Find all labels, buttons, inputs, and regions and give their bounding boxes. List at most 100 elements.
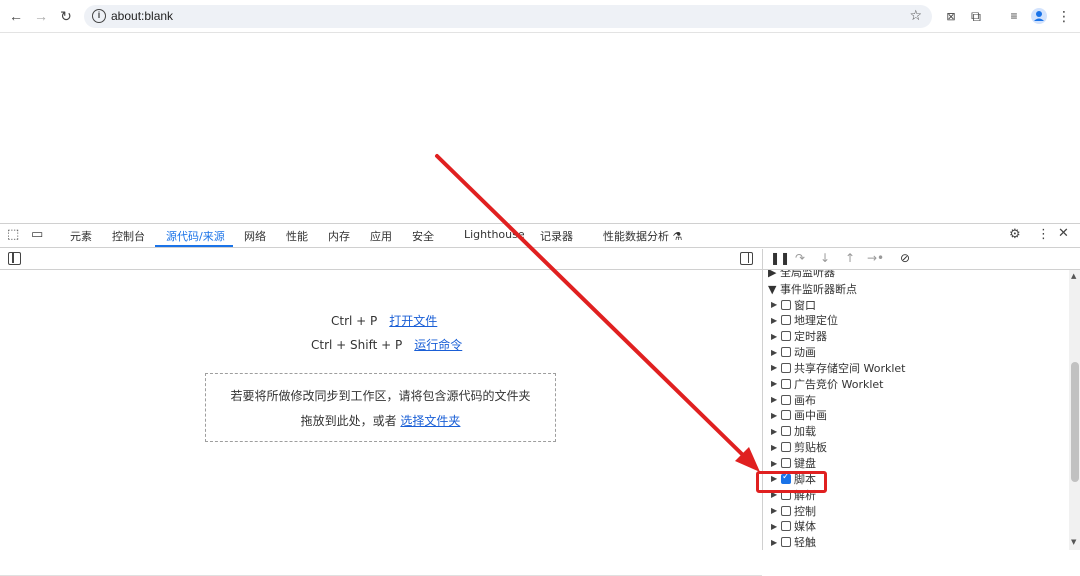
breakpoint-checkbox[interactable] xyxy=(781,426,791,437)
breakpoint-checkbox[interactable] xyxy=(781,347,791,358)
open-file-link[interactable]: 打开文件 xyxy=(389,314,437,328)
breakpoint-checkbox[interactable] xyxy=(781,505,791,516)
expand-arrow-icon[interactable]: ▶ xyxy=(771,316,781,325)
breakpoint-checkbox[interactable] xyxy=(781,521,791,532)
expand-arrow-icon[interactable]: ▶ xyxy=(771,411,781,420)
bookmark-star-icon[interactable]: ☆ xyxy=(909,7,922,24)
expand-arrow-icon[interactable]: ▶ xyxy=(771,459,781,468)
expand-arrow-icon[interactable]: ▶ xyxy=(771,332,781,341)
step-over-icon[interactable]: ↷ xyxy=(795,251,805,265)
breakpoint-category-label: 窗口 xyxy=(794,298,816,312)
deactivate-breakpoints-icon[interactable]: ⊘ xyxy=(900,251,910,265)
open-file-shortcut: Ctrl + P 打开文件 xyxy=(331,312,437,329)
active-tab-indicator xyxy=(155,245,233,247)
expand-arrow-icon[interactable]: ▶ xyxy=(771,395,781,404)
breakpoint-checkbox[interactable] xyxy=(781,299,791,310)
expand-arrow-icon[interactable]: ▶ xyxy=(771,427,781,436)
tab-lighthouse[interactable]: Lighthouse xyxy=(464,228,525,241)
breakpoint-checkbox[interactable] xyxy=(781,331,791,342)
breakpoint-checkbox[interactable] xyxy=(781,410,791,421)
media-queue-icon[interactable]: ≡ xyxy=(1004,6,1024,26)
breakpoint-checkbox[interactable] xyxy=(781,362,791,373)
breakpoint-checkbox[interactable] xyxy=(781,315,791,326)
run-command-shortcut: Ctrl + Shift + P 运行命令 xyxy=(311,336,462,353)
back-arrow-icon[interactable]: ← xyxy=(6,6,26,26)
workspace-dropzone[interactable]: 若要将所做修改同步到工作区，请将包含源代码的文件夹 拖放到此处，或者 选择文件夹 xyxy=(205,373,556,442)
breakpoint-checkbox[interactable] xyxy=(781,458,791,468)
scroll-up-icon[interactable]: ▲ xyxy=(1071,272,1076,280)
tab-sources[interactable]: 源代码/来源 xyxy=(166,228,225,244)
device-toolbar-icon[interactable]: ▭ xyxy=(31,227,43,242)
breakpoint-category-row[interactable]: ▶ 动画 xyxy=(771,345,816,360)
step-out-icon[interactable]: ↑ xyxy=(845,251,855,265)
expand-arrow-icon[interactable]: ▶ xyxy=(771,300,781,309)
reload-icon[interactable]: ↻ xyxy=(56,6,76,26)
breakpoint-category-row[interactable]: ▶ 剪贴板 xyxy=(771,440,827,455)
tab-console[interactable]: 控制台 xyxy=(112,228,145,244)
breakpoint-category-label: 动画 xyxy=(794,346,816,360)
event-listener-breakpoints-section[interactable]: ▼ 事件监听器断点 xyxy=(768,281,857,297)
breakpoint-category-row[interactable]: ▶ 窗口 xyxy=(771,297,816,312)
breakpoint-category-row[interactable]: ▶ 键盘 xyxy=(771,456,816,471)
tab-application[interactable]: 应用 xyxy=(370,228,392,244)
tab-performance[interactable]: 性能 xyxy=(286,228,308,244)
breakpoint-category-row[interactable]: ▶ 共享存储空间 Worklet xyxy=(771,360,906,375)
breakpoint-category-label: 媒体 xyxy=(794,520,816,534)
select-folder-link[interactable]: 选择文件夹 xyxy=(400,414,460,428)
expand-arrow-icon[interactable]: ▶ xyxy=(771,379,781,388)
profile-avatar-icon[interactable] xyxy=(1029,6,1049,26)
site-info-icon[interactable]: i xyxy=(92,9,106,23)
url-text: about:blank xyxy=(111,9,174,23)
inspect-element-icon[interactable]: ⬚ xyxy=(7,227,19,242)
run-command-link[interactable]: 运行命令 xyxy=(414,338,462,352)
show-navigator-icon[interactable] xyxy=(8,252,21,265)
show-debugger-icon[interactable] xyxy=(740,252,753,265)
tab-recorder[interactable]: 记录器 xyxy=(540,228,573,244)
expand-arrow-icon[interactable]: ▶ xyxy=(771,443,781,452)
forward-arrow-icon[interactable]: → xyxy=(31,6,51,26)
extension-x-icon[interactable]: ⊠ xyxy=(941,6,961,26)
tab-memory[interactable]: 内存 xyxy=(328,228,350,244)
extensions-puzzle-icon[interactable]: ⧉ xyxy=(966,6,986,26)
breakpoint-category-row[interactable]: ▶ 控制 xyxy=(771,503,816,518)
breakpoint-checkbox[interactable] xyxy=(781,537,791,548)
breakpoint-category-row[interactable]: ▶ 媒体 xyxy=(771,519,816,534)
dropzone-text-2: 拖放到此处，或者 选择文件夹 xyxy=(206,412,555,429)
expand-arrow-icon[interactable]: ▶ xyxy=(771,363,781,372)
settings-gear-icon[interactable]: ⚙ xyxy=(1009,227,1021,242)
expand-arrow-icon[interactable]: ▶ xyxy=(771,506,781,515)
breakpoint-category-label: 加载 xyxy=(794,425,816,439)
breakpoint-category-row[interactable]: ▶ 画布 xyxy=(771,392,816,407)
expand-arrow-icon[interactable]: ▶ xyxy=(771,538,781,547)
expand-arrow-icon[interactable]: ▶ xyxy=(771,522,781,531)
tab-network[interactable]: 网络 xyxy=(244,228,266,244)
breakpoint-category-row[interactable]: ▶ 加载 xyxy=(771,424,816,439)
step-into-icon[interactable]: ↓ xyxy=(820,251,830,265)
breakpoint-category-label: 画布 xyxy=(794,393,816,407)
scroll-thumb[interactable] xyxy=(1071,362,1079,482)
pause-icon[interactable]: ❚❚ xyxy=(770,251,790,265)
global-listeners-section[interactable]: ▶ 全局监听器 xyxy=(768,270,835,280)
close-devtools-icon[interactable]: ✕ xyxy=(1058,226,1069,241)
breakpoint-category-row[interactable]: ▶ 轻触 xyxy=(771,535,816,550)
breakpoint-category-row[interactable]: ▶ 画中画 xyxy=(771,408,827,423)
breakpoint-scrollbar[interactable]: ▲ ▼ xyxy=(1069,270,1080,550)
address-bar[interactable]: i about:blank ☆ xyxy=(84,5,932,28)
breakpoint-checkbox[interactable] xyxy=(781,378,791,389)
scroll-down-icon[interactable]: ▼ xyxy=(1071,538,1076,546)
tab-elements[interactable]: 元素 xyxy=(70,228,92,244)
open-file-keys: Ctrl + P xyxy=(331,314,378,328)
tab-performance-insights[interactable]: 性能数据分析 ⚗ xyxy=(603,228,682,244)
breakpoint-category-row[interactable]: ▶ 定时器 xyxy=(771,329,827,344)
breakpoint-category-row[interactable]: ▶ 广告竞价 Worklet xyxy=(771,376,884,391)
devtools-menu-icon[interactable]: ⋮ xyxy=(1037,227,1050,242)
browser-menu-icon[interactable]: ⋮ xyxy=(1054,6,1074,26)
expand-arrow-icon[interactable]: ▶ xyxy=(771,348,781,357)
breakpoint-category-label: 画中画 xyxy=(794,409,827,423)
breakpoint-category-row[interactable]: ▶ 地理定位 xyxy=(771,313,838,328)
breakpoint-checkbox[interactable] xyxy=(781,394,791,405)
breakpoint-checkbox[interactable] xyxy=(781,442,791,453)
tab-security[interactable]: 安全 xyxy=(412,228,434,244)
event-listener-breakpoints-title: 事件监听器断点 xyxy=(779,283,857,296)
step-icon[interactable]: →• xyxy=(867,251,884,265)
